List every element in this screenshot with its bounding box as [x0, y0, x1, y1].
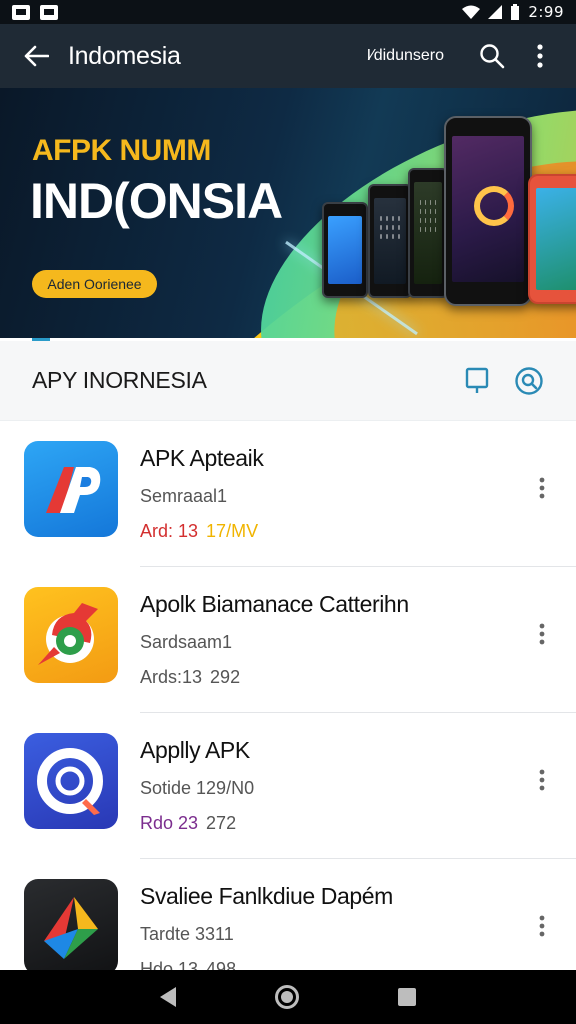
more-vert-icon — [539, 623, 545, 645]
more-vert-icon — [539, 915, 545, 937]
arrow-left-icon — [24, 45, 49, 67]
nav-recents-icon[interactable] — [398, 988, 417, 1006]
phone-illustration — [444, 116, 532, 306]
app-icon — [24, 733, 118, 829]
nav-home-icon[interactable] — [274, 985, 299, 1009]
phone-illustration — [528, 174, 576, 304]
app-bar: Indomesia I⁄didunsero — [0, 24, 576, 88]
app-name: Applly APK — [140, 737, 250, 763]
section-header: APY INORNESIA — [0, 341, 576, 421]
app-icon — [24, 587, 118, 683]
status-bar: 2:99 — [0, 0, 576, 24]
app-name: Svaliee Fanlkdiue Dapém — [140, 883, 393, 909]
list-item[interactable]: Apolk Biamanace Catterihn Sardsaam1 Ards… — [0, 567, 576, 713]
app-meta: Sotide 129/N0 — [140, 778, 255, 798]
app-version-tag: 272 — [206, 813, 237, 833]
list-item[interactable]: Applly APK Sotide 129/N0 Rdo 23 272 — [0, 713, 576, 859]
app-version-number: Ard: 13 — [140, 521, 199, 541]
section-title: APY INORNESIA — [32, 367, 207, 393]
app-meta: Sardsaam1 — [140, 632, 233, 652]
app-meta: Tardte 3311 — [140, 924, 234, 944]
item-overflow-button[interactable] — [530, 473, 554, 503]
nav-back-icon[interactable] — [159, 987, 176, 1007]
system-nav-bar — [0, 970, 576, 1024]
app-version-tag: 17/MV — [206, 521, 259, 541]
app-version-number: Ards:13 — [140, 667, 203, 687]
battery-icon — [511, 4, 520, 20]
app-icon — [24, 879, 118, 975]
app-meta: Semraaal1 — [140, 486, 228, 506]
app-icon — [24, 441, 118, 537]
app-list: APK Apteaik Semraaal1 Ard: 13 17/MV Apolk… — [0, 421, 576, 1005]
back-button[interactable] — [16, 36, 56, 76]
banner-kicker: AFPK NUMM — [32, 134, 211, 167]
search-icon — [480, 44, 505, 69]
phone-illustration — [408, 168, 448, 298]
app-name: APK Apteaik — [140, 445, 264, 471]
banner-headline: IND(ONSIA — [30, 173, 283, 229]
promo-banner[interactable]: AFPK NUMM IND(ONSIA Aden Oorienee — [0, 88, 576, 338]
more-vert-icon — [539, 477, 545, 499]
clock: 2:99 — [528, 3, 564, 21]
region-selector[interactable]: I⁄didunsero — [367, 47, 444, 65]
page-title: Indomesia — [68, 41, 181, 70]
more-vert-icon — [539, 769, 545, 791]
search-circle-icon[interactable] — [514, 366, 544, 396]
notification-icon — [40, 4, 58, 20]
bookmark-icon[interactable] — [464, 366, 490, 394]
more-vert-icon — [537, 44, 543, 68]
signal-icon — [488, 5, 503, 19]
item-overflow-button[interactable] — [530, 911, 554, 941]
item-overflow-button[interactable] — [530, 765, 554, 795]
wifi-icon — [462, 5, 481, 19]
app-name: Apolk Biamanace Catterihn — [140, 591, 409, 617]
banner-cta-button[interactable]: Aden Oorienee — [32, 270, 157, 298]
list-item[interactable]: APK Apteaik Semraaal1 Ard: 13 17/MV — [0, 421, 576, 567]
app-version-number: Rdo 23 — [140, 813, 199, 833]
phone-illustration — [368, 184, 412, 298]
overflow-menu-button[interactable] — [520, 36, 560, 76]
app-version: Ards:13 292 — [140, 667, 552, 688]
search-button[interactable] — [472, 36, 512, 76]
phone-illustration — [322, 202, 368, 298]
app-version: Rdo 23 272 — [140, 813, 552, 834]
notification-icon — [12, 4, 30, 20]
app-version-tag: 292 — [210, 667, 241, 687]
app-version: Ard: 13 17/MV — [140, 521, 552, 542]
item-overflow-button[interactable] — [530, 619, 554, 649]
